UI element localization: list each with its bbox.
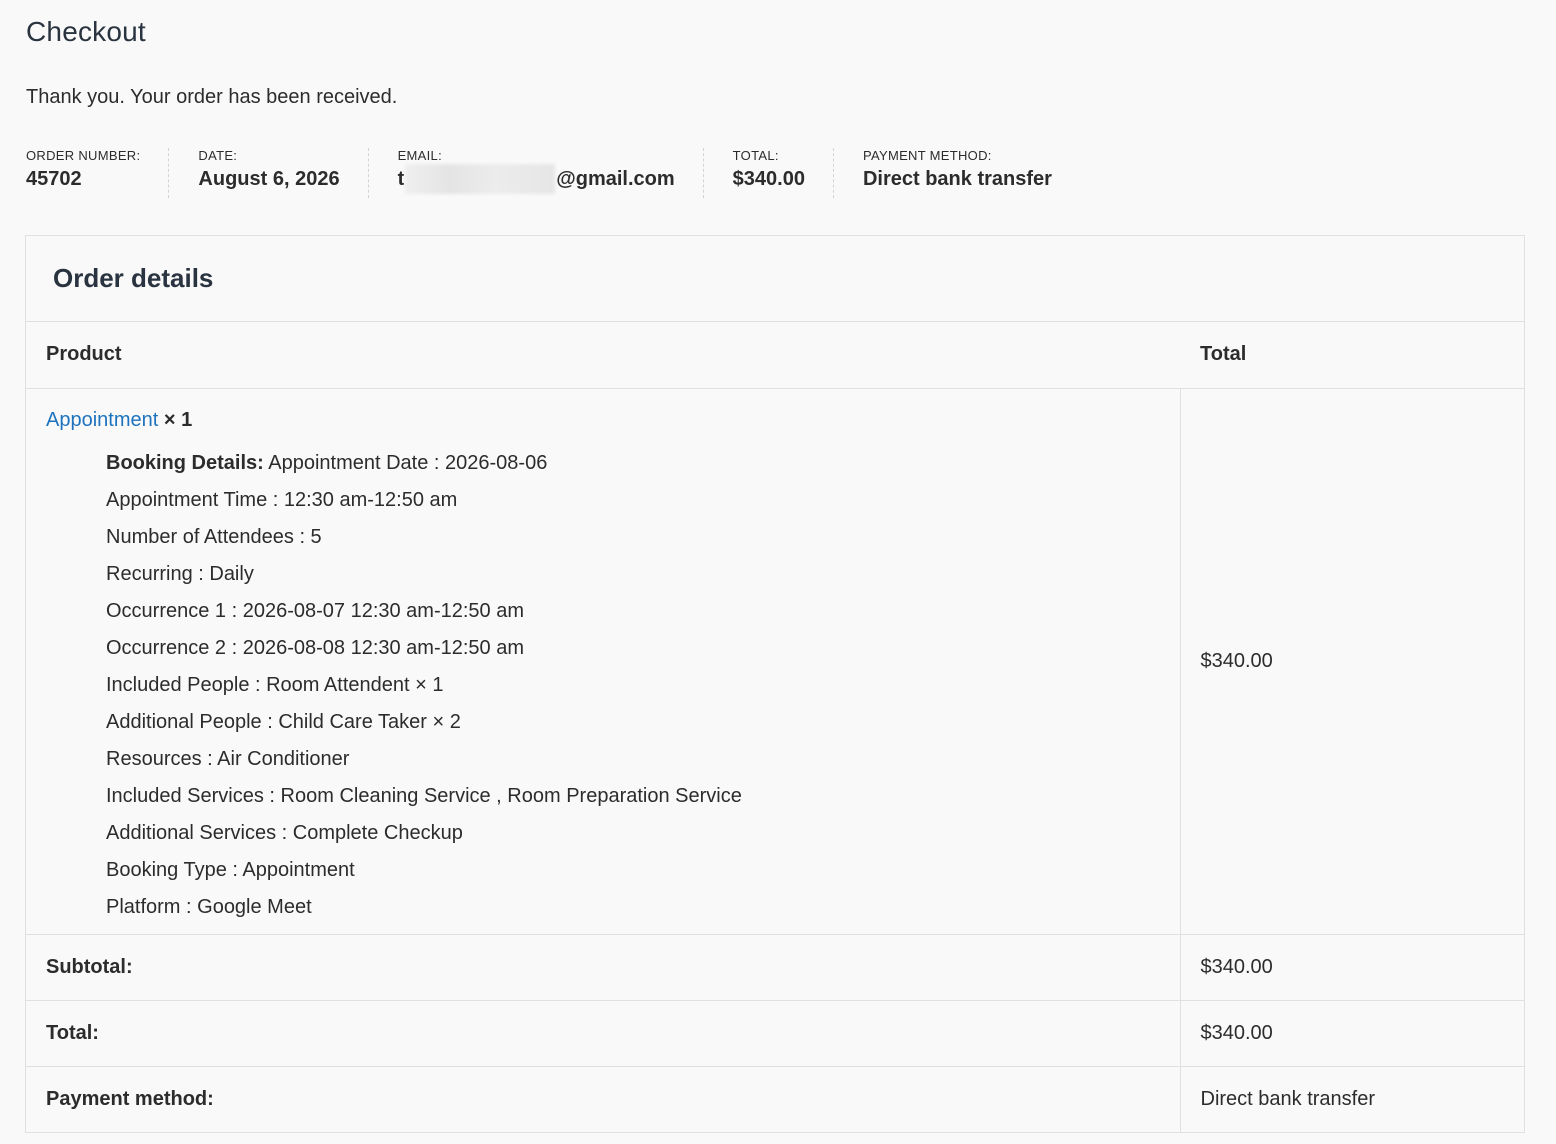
order-overview: ORDER NUMBER: 45702 DATE: August 6, 2026… — [26, 148, 1052, 198]
subtotal-label: Subtotal: — [26, 934, 1180, 1001]
payment-method-label: PAYMENT METHOD: — [862, 148, 992, 163]
product-link[interactable]: Appointment — [46, 409, 158, 431]
list-item: Included Services : Room Cleaning Servic… — [106, 784, 742, 807]
order-total: TOTAL: $340.00 — [733, 148, 834, 198]
order-number-value: 45702 — [26, 168, 82, 190]
order-details-card: Order details Product Total Appointment … — [25, 235, 1525, 1133]
list-item: Resources : Air Conditioner — [106, 747, 350, 770]
list-item: Booking Details: Appointment Date : 2026… — [106, 445, 1160, 482]
order-number-label: ORDER NUMBER: — [26, 148, 141, 163]
list-item: Appointment Time : 12:30 am-12:50 am — [106, 488, 458, 511]
payment-method-row-label: Payment method: — [46, 1087, 214, 1110]
page-title: Checkout — [26, 16, 146, 47]
list-item: Number of Attendees : 5 — [106, 525, 322, 548]
order-email-value: t @gmail.com — [398, 164, 675, 194]
order-details-title: Order details — [26, 236, 1524, 322]
table-row: Appointment × 1 Booking Details: Appoint… — [26, 388, 1524, 935]
order-received-message: Thank you. Your order has been received. — [26, 86, 398, 108]
order-total-label: TOTAL: — [732, 148, 779, 163]
order-email: EMAIL: t @gmail.com — [398, 148, 704, 198]
total-label: Total: — [26, 1000, 1180, 1067]
list-item: Occurrence 1 : 2026-08-07 12:30 am-12:50… — [106, 599, 525, 622]
booking-details-list: Booking Details: Appointment Date : 2026… — [46, 445, 1160, 926]
list-item: Additional Services : Complete Checkup — [106, 821, 463, 844]
product-quantity: × 1 — [163, 408, 193, 431]
list-item: Booking Type : Appointment — [106, 858, 355, 881]
subtotal-row: Subtotal: $340.00 — [26, 934, 1524, 1001]
list-item: Included People : Room Attendent × 1 — [106, 673, 444, 696]
email-prefix: t — [397, 168, 405, 190]
payment-method-row: Payment method: Direct bank transfer — [26, 1066, 1524, 1132]
redacted-block — [405, 164, 556, 194]
order-email-label: EMAIL: — [397, 148, 443, 163]
product-cell: Appointment × 1 Booking Details: Appoint… — [26, 388, 1180, 935]
list-item: Occurrence 2 : 2026-08-08 12:30 am-12:50… — [106, 636, 525, 659]
order-date-label: DATE: — [198, 148, 238, 163]
booking-details-label: Booking Details: — [106, 451, 264, 474]
checkout-page: Checkout Thank you. Your order has been … — [0, 0, 1556, 1144]
order-total-value: $340.00 — [732, 168, 805, 190]
total-value: $340.00 — [1179, 1000, 1524, 1067]
order-date-value: August 6, 2026 — [198, 168, 340, 190]
product-column-header: Product — [26, 322, 1180, 389]
order-details-table: Product Total Appointment × 1 Booking De… — [26, 322, 1524, 1132]
table-header-row: Product Total — [26, 322, 1524, 389]
item-total-cell: $340.00 — [1179, 388, 1524, 935]
subtotal-value: $340.00 — [1179, 934, 1524, 1001]
list-item: Additional People : Child Care Taker × 2 — [106, 710, 461, 733]
total-column-header: Total — [1180, 322, 1524, 389]
order-payment-method: PAYMENT METHOD: Direct bank transfer — [863, 148, 1052, 198]
meta-appointment-date: Appointment Date : 2026-08-06 — [268, 451, 548, 474]
order-number: ORDER NUMBER: 45702 — [26, 148, 170, 198]
email-domain: @gmail.com — [556, 168, 675, 190]
order-date: DATE: August 6, 2026 — [198, 148, 369, 198]
payment-method-row-value: Direct bank transfer — [1179, 1066, 1524, 1132]
payment-method-value: Direct bank transfer — [862, 168, 1052, 190]
list-item: Platform : Google Meet — [106, 895, 312, 918]
total-row: Total: $340.00 — [26, 1000, 1524, 1067]
list-item: Recurring : Daily — [106, 562, 254, 585]
